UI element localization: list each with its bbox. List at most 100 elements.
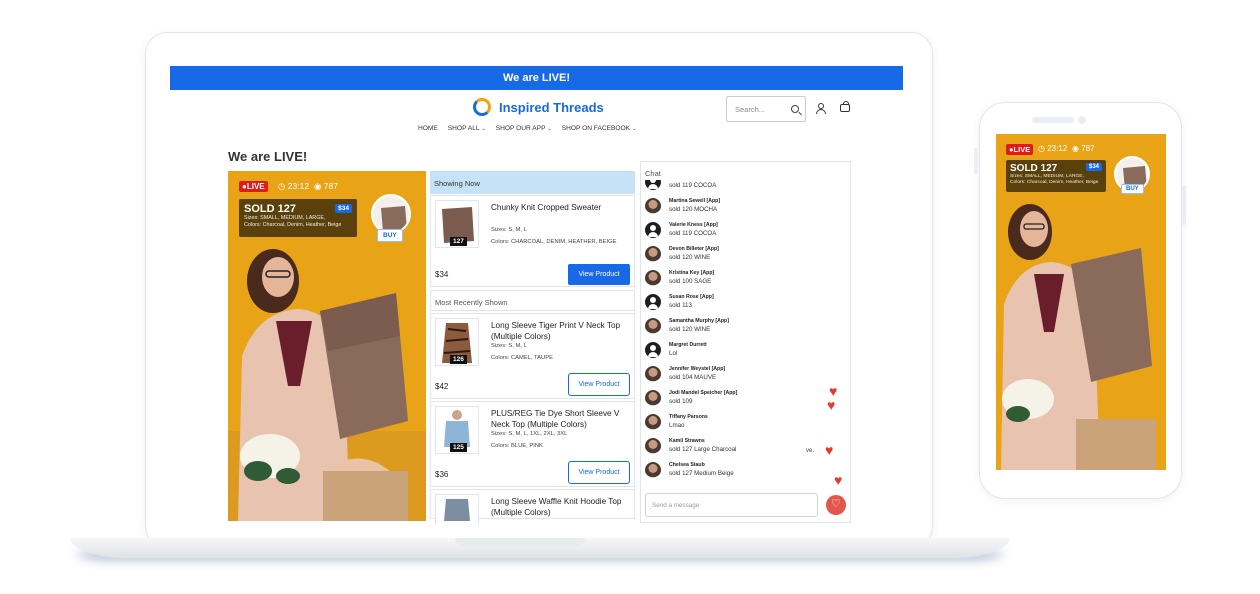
product-colors: Colors: BLUE, PINK — [491, 443, 543, 449]
current-product-card[interactable]: 127 Chunky Knit Cropped Sweater Sizes: S… — [430, 195, 635, 287]
product-colors: Colors: CAMEL, TAUPE — [491, 355, 553, 361]
product-number: 126 — [450, 355, 467, 364]
chat-message: Valerie Kness [App] sold 119 COCOA — [645, 220, 845, 242]
product-thumbnail[interactable] — [371, 194, 411, 234]
search-placeholder: Search... — [735, 105, 766, 114]
view-product-button[interactable]: View Product — [568, 264, 630, 285]
product-price: $36 — [435, 470, 449, 479]
message-author: Susan Rose [App] — [669, 294, 714, 300]
product-price: $34 — [435, 270, 449, 279]
chat-title: Chat — [645, 169, 661, 178]
message-author: Samantha Murphy [App] — [669, 318, 729, 324]
laptop-notch — [455, 538, 585, 546]
chat-message: Devon Billeter [App] sold 120 WINE — [645, 244, 845, 266]
send-heart-button[interactable] — [826, 495, 846, 515]
product-sizes: Sizes: S, M, L — [491, 343, 527, 349]
recent-product-card[interactable]: 126 Long Sleeve Tiger Print V Neck Top (… — [430, 313, 635, 399]
sold-colors: Colors: Charcoal, Denim, Heather, Beige — [244, 222, 342, 228]
brand[interactable]: Inspired Threads — [473, 97, 604, 117]
product-panel: Showing Now 127 Chunky Knit Cropped Swea… — [430, 171, 635, 524]
buy-button[interactable]: BUY — [377, 229, 403, 242]
shopping-bag-icon[interactable] — [840, 101, 850, 112]
message-author: Jennifer Weystel [App] — [669, 366, 726, 372]
product-name[interactable]: Long Sleeve Tiger Print V Neck Top (Mult… — [491, 320, 626, 342]
message-text: sold 119 COCOA — [669, 182, 717, 189]
product-sizes: Sizes: S, M, L, 1XL, 2XL, 3XL — [491, 431, 568, 437]
chat-panel: Chat sold 119 COCOA Martina Sewell [App]… — [640, 161, 851, 523]
live-video[interactable]: ●LIVE ◷ 23:12 ◉ 787 SOLD 127 $34 Sizes: … — [228, 171, 426, 521]
message-text: sold 127 Medium Beige — [669, 470, 734, 477]
phone-side-button — [1182, 185, 1186, 225]
laptop-screen: We are LIVE! Inspired Threads Search... … — [170, 66, 903, 524]
search-input[interactable]: Search... — [726, 96, 806, 122]
phone-live-video[interactable]: ●LIVE ◷ 23:12 ◉ 787 SOLD 127 $34 Sizes: … — [996, 134, 1166, 470]
avatar — [645, 318, 661, 334]
message-author: Jodi Mandel Speicher [App] — [669, 390, 738, 396]
floating-heart-icon: ♥ — [825, 442, 834, 458]
message-text: sold 127 Large Charcoal — [669, 446, 737, 453]
live-badge: ●LIVE — [239, 181, 268, 192]
view-product-button[interactable]: View Product — [568, 373, 630, 396]
nav-item-shop-all[interactable]: SHOP ALL ⌄ — [448, 125, 486, 132]
nav-item-shop-our-app[interactable]: SHOP OUR APP ⌄ — [496, 125, 552, 132]
phone-camera — [1078, 116, 1086, 124]
message-text: Lol — [669, 350, 678, 357]
message-text: sold 100 SAGE — [669, 278, 712, 285]
view-product-button[interactable]: View Product — [568, 461, 630, 484]
nav-label: HOME — [418, 125, 438, 132]
nav-item-shop-on-facebook[interactable]: SHOP ON FACEBOOK ⌄ — [562, 125, 637, 132]
product-sizes: Sizes: S, M, L — [491, 227, 527, 233]
message-text: Lmao — [669, 422, 685, 429]
live-banner: We are LIVE! — [170, 66, 903, 90]
chat-message: Tiffany Parsons Lmao — [645, 412, 845, 434]
avatar — [645, 198, 661, 214]
chat-overflow-text: ve. — [806, 448, 815, 454]
brand-name: Inspired Threads — [499, 99, 604, 115]
product-price: $42 — [435, 382, 449, 391]
chat-message: Chelsea Staub sold 127 Medium Beige — [645, 460, 845, 482]
buy-button[interactable]: BUY — [1121, 184, 1144, 194]
message-text: sold 113 — [669, 302, 692, 309]
chevron-down-icon: ⌄ — [632, 126, 637, 132]
user-account-icon[interactable] — [816, 103, 826, 114]
chat-messages[interactable]: sold 119 COCOA Martina Sewell [App] sold … — [641, 180, 850, 490]
viewer-count: ◉ 787 — [314, 181, 338, 191]
chat-message: Jodi Mandel Speicher [App] sold 109 — [645, 388, 845, 410]
product-name[interactable]: Chunky Knit Cropped Sweater — [491, 202, 626, 213]
message-text: sold 120 WINE — [669, 326, 711, 333]
phone-speaker — [1032, 117, 1074, 123]
avatar — [645, 390, 661, 406]
chevron-down-icon: ⌄ — [481, 126, 486, 132]
chat-message-input[interactable]: Send a message — [645, 493, 818, 517]
recent-product-card[interactable]: Long Sleeve Waffle Knit Hoodie Top (Mult… — [430, 489, 635, 524]
chat-message: Margret Durrett Lol — [645, 340, 845, 362]
avatar — [645, 414, 661, 430]
recent-product-card[interactable]: 125 PLUS/REG Tie Dye Short Sleeve V Neck… — [430, 401, 635, 487]
product-image[interactable] — [435, 494, 479, 524]
search-icon[interactable] — [791, 105, 799, 113]
nav-label: SHOP ON FACEBOOK — [561, 125, 631, 132]
message-author: Margret Durrett — [669, 342, 707, 348]
message-text: sold 104 MAUVE — [669, 374, 717, 381]
phone-side-button — [974, 148, 978, 174]
most-recent-header: Most Recently Shown — [430, 290, 635, 311]
product-number: 125 — [450, 443, 467, 452]
chat-message: sold 119 COCOA — [645, 180, 845, 194]
message-author: Martina Sewell [App] — [669, 198, 721, 204]
showing-now-header: Showing Now — [430, 171, 635, 194]
avatar — [645, 342, 661, 358]
product-name[interactable]: PLUS/REG Tie Dye Short Sleeve V Neck Top… — [491, 408, 626, 430]
viewer-count: ◉ 787 — [1072, 144, 1095, 153]
message-author: Kristina Key [App] — [669, 270, 715, 276]
sold-colors: Colors: Charcoal, Denim, Heather, Beige — [1010, 180, 1099, 185]
message-text: sold 120 WINE — [669, 254, 711, 261]
avatar — [645, 180, 661, 190]
main-nav: HOME SHOP ALL ⌄ SHOP OUR APP ⌄ SHOP ON FAC… — [418, 125, 636, 132]
floating-heart-icon: ♥ — [827, 397, 836, 413]
message-author: Valerie Kness [App] — [669, 222, 718, 228]
chat-message: Samantha Murphy [App] sold 120 WINE — [645, 316, 845, 338]
product-name[interactable]: Long Sleeve Waffle Knit Hoodie Top (Mult… — [491, 496, 626, 518]
nav-item-home[interactable]: HOME — [418, 125, 438, 132]
floating-heart-icon: ♥ — [834, 472, 843, 488]
price-badge: $34 — [335, 204, 352, 213]
